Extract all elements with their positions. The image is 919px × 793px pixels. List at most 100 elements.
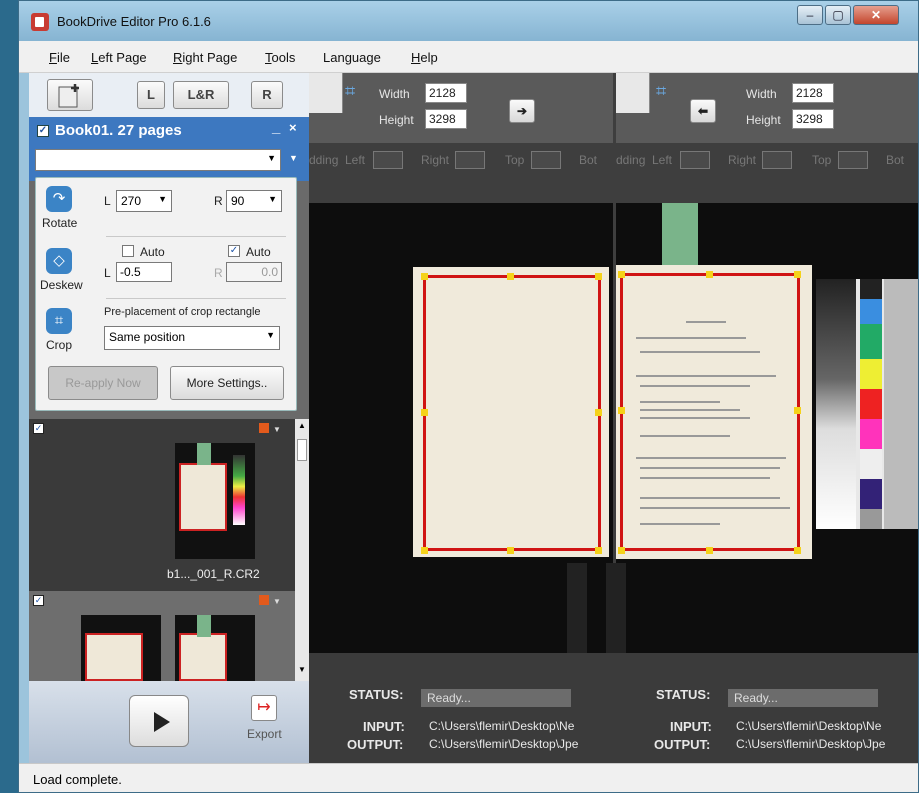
scanner-stand (567, 563, 587, 653)
scroll-thumb[interactable] (297, 439, 307, 461)
crop-handle[interactable] (618, 547, 625, 554)
crop-handle[interactable] (794, 547, 801, 554)
menu-language[interactable]: Language (323, 50, 381, 65)
chevron-down-icon: ▼ (158, 194, 167, 204)
collapse-button[interactable]: _ (272, 119, 280, 136)
rotate-icon[interactable]: ↷ (46, 186, 72, 212)
rotate-right-select[interactable]: 90 ▼ (226, 190, 282, 212)
padding-right-input[interactable] (455, 151, 485, 169)
maximize-button[interactable]: ▢ (825, 5, 851, 25)
crop-handle[interactable] (421, 273, 428, 280)
close-button[interactable]: ✕ (853, 5, 899, 25)
crop-rectangle[interactable] (423, 275, 601, 551)
book-title: Book01. 27 pages (55, 122, 182, 139)
book-checkbox[interactable]: ✓ (37, 125, 49, 137)
export-icon[interactable]: ↦ (251, 695, 277, 721)
arrow-left-button[interactable]: ⬅ (690, 99, 716, 123)
title-bar[interactable]: BookDrive Editor Pro 6.1.6 – ▢ ✕ (19, 1, 918, 41)
more-settings-button[interactable]: More Settings.. (170, 366, 284, 400)
right-page-image[interactable] (606, 203, 918, 653)
right-output-label: OUTPUT: (654, 737, 711, 752)
spinner-stub[interactable] (309, 73, 343, 113)
padding-left-input[interactable] (680, 151, 710, 169)
crop-handle[interactable] (794, 407, 801, 414)
thumbnail-item[interactable]: ✓ ▼ (29, 591, 295, 681)
crop-handle[interactable] (595, 547, 602, 554)
padding-left-input[interactable] (373, 151, 403, 169)
height-input[interactable]: 3298 (425, 109, 467, 129)
deskew-right-input[interactable]: 0.0 (226, 262, 282, 282)
thumbnail-list[interactable]: ✓ ▼ b1..._001_R.CR2 ✓ ▼ (29, 419, 295, 681)
arrow-right-button[interactable]: ➔ (509, 99, 535, 123)
rotate-left-select[interactable]: 270 ▼ (116, 190, 172, 212)
crop-handle[interactable] (421, 409, 428, 416)
scanner-stand (606, 563, 626, 653)
thumbnail-scrollbar[interactable]: ▲ ▼ (295, 419, 309, 681)
crop-handle[interactable] (706, 547, 713, 554)
crop-icon[interactable]: ⌗ (46, 308, 72, 334)
right-button[interactable]: R (251, 81, 283, 109)
rotate-left-value: 270 (121, 194, 142, 208)
preplacement-label: Pre-placement of crop rectangle (104, 306, 261, 318)
crop-handle[interactable] (618, 271, 625, 278)
menu-right-page[interactable]: Right Page (173, 50, 237, 65)
padding-top-input[interactable] (838, 151, 868, 169)
crop-handle[interactable] (618, 407, 625, 414)
left-status-value: Ready... (421, 689, 571, 707)
padding-top-input[interactable] (531, 151, 561, 169)
auto-left-checkbox[interactable] (122, 245, 134, 257)
thumbnail-checkbox[interactable]: ✓ (33, 423, 44, 434)
chevron-down-icon: ▼ (266, 330, 275, 340)
auto-right-checkbox[interactable]: ✓ (228, 245, 240, 257)
width-input[interactable]: 2128 (425, 83, 467, 103)
left-right-button[interactable]: L&R (173, 81, 229, 109)
left-page-image[interactable] (309, 203, 613, 653)
bottom-bar: ↦ Export (29, 681, 309, 763)
deskew-left-input[interactable]: -0.5 (116, 262, 172, 282)
scroll-up-icon[interactable]: ▲ (298, 421, 306, 430)
chevron-down-icon: ▼ (268, 194, 277, 204)
menu-file[interactable]: File (49, 50, 70, 65)
right-status-value: Ready... (728, 689, 878, 707)
book-header[interactable]: ✓ Book01. 27 pages _ × (29, 117, 309, 145)
expand-arrow-icon[interactable]: ▼ (289, 153, 298, 163)
scroll-down-icon[interactable]: ▼ (298, 665, 306, 674)
left-button[interactable]: L (137, 81, 165, 109)
padding-right-input[interactable] (762, 151, 792, 169)
left-status-label: STATUS: (349, 687, 404, 702)
settings-panel: ↷ Rotate L 270 ▼ R 90 ▼ ◇ Deskew Auto ✓ Au… (35, 177, 297, 411)
left-output-label: OUTPUT: (347, 737, 404, 752)
height-input[interactable]: 3298 (792, 109, 834, 129)
right-status-label: STATUS: (656, 687, 711, 702)
menu-help[interactable]: Help (411, 50, 438, 65)
book-select[interactable]: ▼ (35, 149, 281, 171)
left-input-label: INPUT: (363, 719, 405, 734)
thumbnail-item[interactable]: ✓ ▼ b1..._001_R.CR2 (29, 419, 295, 591)
crop-placement-select[interactable]: Same position ▼ (104, 326, 280, 350)
menu-tools[interactable]: Tools (265, 50, 295, 65)
crop-handle[interactable] (507, 273, 514, 280)
spinner-stub[interactable] (616, 73, 650, 113)
crop-handle[interactable] (595, 409, 602, 416)
crop-handle[interactable] (706, 271, 713, 278)
crop-handle[interactable] (595, 273, 602, 280)
minimize-button[interactable]: – (797, 5, 823, 25)
flag-icon (259, 423, 269, 433)
crop-handle[interactable] (507, 547, 514, 554)
thumbnail-checkbox[interactable]: ✓ (33, 595, 44, 606)
deskew-icon[interactable]: ◇ (46, 248, 72, 274)
height-label: Height (379, 113, 414, 127)
reapply-button[interactable]: Re-apply Now (48, 366, 158, 400)
width-input[interactable]: 2128 (792, 83, 834, 103)
play-button[interactable] (129, 695, 189, 747)
crop-handle[interactable] (794, 271, 801, 278)
crop-rectangle[interactable] (620, 273, 800, 551)
padding-left-label: Left (345, 153, 366, 167)
color-checker (816, 279, 918, 529)
crop-label: Crop (46, 338, 73, 352)
add-page-button[interactable] (47, 79, 93, 111)
crop-handle[interactable] (421, 547, 428, 554)
close-book-button[interactable]: × (289, 120, 297, 135)
menu-left-page[interactable]: Left Page (91, 50, 147, 65)
padding-left-label: Left (652, 153, 673, 167)
